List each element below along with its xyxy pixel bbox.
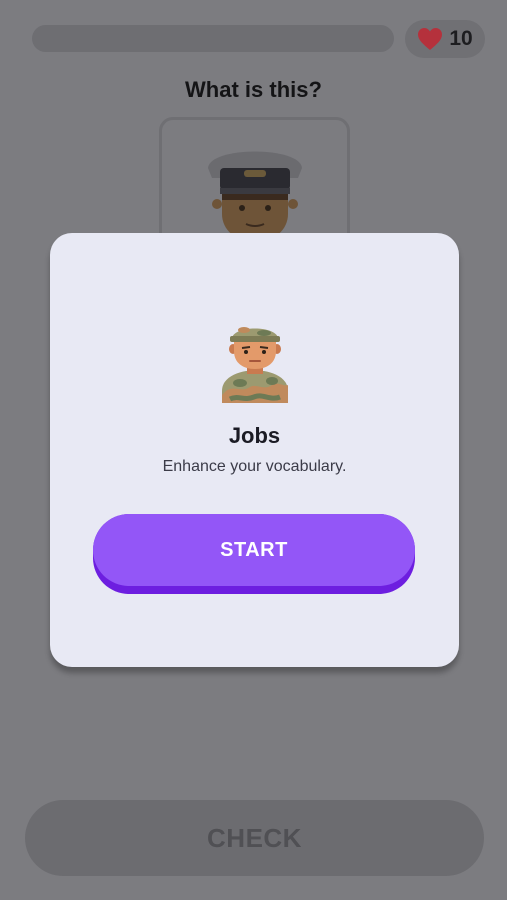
soldier-icon bbox=[220, 321, 290, 408]
modal-subtitle: Enhance your vocabulary. bbox=[162, 458, 347, 475]
start-button[interactable]: START bbox=[93, 514, 415, 594]
heart-icon bbox=[417, 27, 443, 51]
lesson-start-modal: Jobs Enhance your vocabulary. START bbox=[50, 233, 459, 667]
check-button[interactable]: CHECK bbox=[25, 800, 484, 876]
hearts-counter: 10 bbox=[405, 20, 485, 58]
progress-bar bbox=[32, 25, 394, 52]
question-prompt: What is this? bbox=[185, 77, 322, 102]
hearts-count: 10 bbox=[449, 27, 473, 50]
modal-title: Jobs bbox=[228, 423, 281, 448]
start-button-label: START bbox=[93, 514, 415, 586]
